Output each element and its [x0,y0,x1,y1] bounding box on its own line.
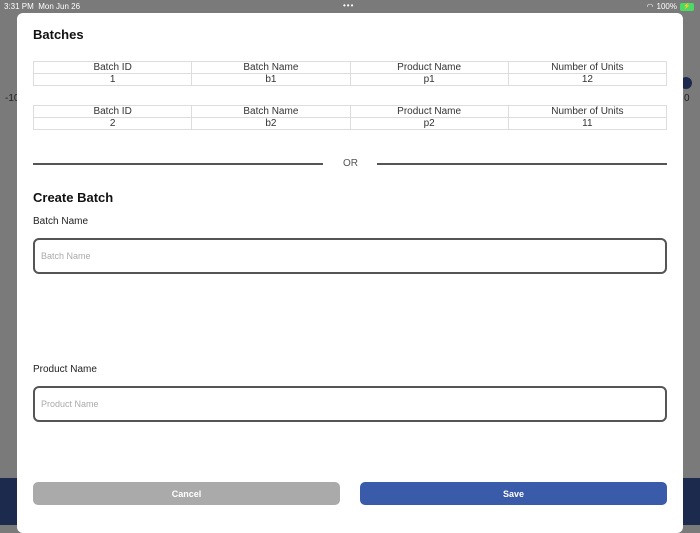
cell: p2 [349,117,509,130]
batch-name-label: Batch Name [33,216,89,227]
multitasking-dots[interactable]: ••• [343,1,354,10]
cell: 11 [507,117,668,130]
product-name-input[interactable] [33,386,667,422]
table-row[interactable]: 2 b2 p2 11 [32,117,668,130]
header-cell: Number of Units [507,61,668,74]
cell: 2 [32,117,193,130]
table-row[interactable]: 1 b1 p1 12 [32,73,668,86]
header-cell: Product Name [349,105,509,118]
cell: p1 [349,73,509,86]
header-cell: Batch ID [32,61,193,74]
header-cell: Batch Name [191,61,351,74]
cell: 12 [507,73,668,86]
table-header-row: Batch ID Batch Name Product Name Number of … [32,105,668,118]
header-cell: Batch Name [191,105,351,118]
cell: b2 [191,117,351,130]
header-cell: Number of Units [507,105,668,118]
save-button[interactable]: Save [360,482,667,505]
batch-table: Batch ID Batch Name Product Name Number of … [32,61,668,86]
create-batch-modal: Batches Batch ID Batch Name Product Name Nu… [17,13,683,533]
cell: b1 [191,73,351,86]
create-batch-title: Create Batch [33,190,114,205]
background-text-right: 0 [684,93,690,104]
status-time: 3:31 PM Mon Jun 26 [4,2,81,11]
or-label: OR [343,158,358,169]
table-header-row: Batch ID Batch Name Product Name Number of … [32,61,668,74]
batch-table: Batch ID Batch Name Product Name Number of … [32,105,668,130]
modal-title: Batches [33,27,84,42]
battery-icon: ⚡ [680,2,694,11]
or-divider: OR [33,158,667,170]
wifi-icon: ◠ [646,2,654,11]
cancel-button[interactable]: Cancel [33,482,340,505]
cell: 1 [32,73,193,86]
battery-percent: 100% [656,2,677,11]
product-name-label: Product Name [33,364,97,375]
status-bar: 3:31 PM Mon Jun 26 ••• ◠ 100% ⚡ [0,0,700,13]
header-cell: Product Name [349,61,509,74]
header-cell: Batch ID [32,105,193,118]
batch-name-input[interactable] [33,238,667,274]
